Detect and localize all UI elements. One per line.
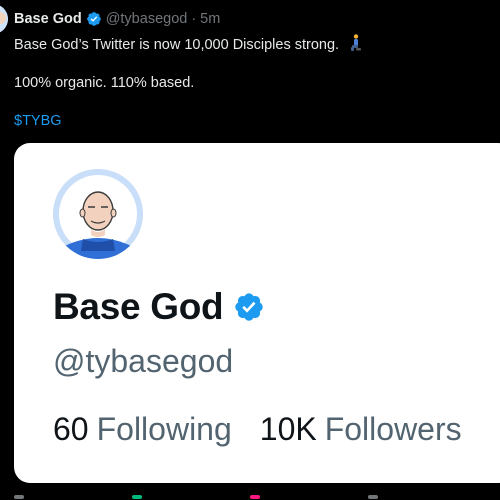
tweet-text-line: Base God’s Twitter is now 10,000 Discipl… [14,34,494,55]
card-stats: 60 Following 10K Followers [53,411,462,448]
tweet-body: Base God’s Twitter is now 10,000 Discipl… [14,34,494,131]
tweet-actions-bar [0,492,500,500]
card-name-row: Base God [53,285,265,329]
like-icon[interactable] [250,495,260,499]
views-icon[interactable] [368,495,378,499]
author-handle[interactable]: @tybasegod [106,11,188,27]
card-handle: @tybasegod [53,343,234,379]
author-avatar[interactable] [0,4,8,34]
reply-icon[interactable] [14,495,24,499]
card-display-name: Base God [53,286,224,327]
following-count: 60 [53,411,89,447]
kneeling-person-icon [347,34,363,52]
tweet-header: Base God @tybasegod · 5m [14,9,220,29]
profile-avatar [53,169,143,259]
tweet-timestamp[interactable]: 5m [200,11,220,27]
retweet-icon[interactable] [132,495,142,499]
followers-label: Followers [324,411,462,447]
verified-badge-icon [233,291,265,323]
tweet-text-line1: Base God’s Twitter is now 10,000 Discipl… [14,37,340,53]
header-separator: · [191,11,197,27]
tweet[interactable]: Base God @tybasegod · 5m Base God’s Twit… [0,0,500,500]
following-label: Following [96,411,232,447]
profile-card-image[interactable]: Base God @tybasegod 60 Following 10K Follow… [14,143,500,483]
tweet-text-line2: 100% organic. 110% based. [14,75,195,91]
verified-badge-icon [86,11,102,27]
followers-count: 10K [259,411,317,447]
cashtag-link[interactable]: $TYBG [14,112,494,131]
author-name[interactable]: Base God [14,11,82,27]
